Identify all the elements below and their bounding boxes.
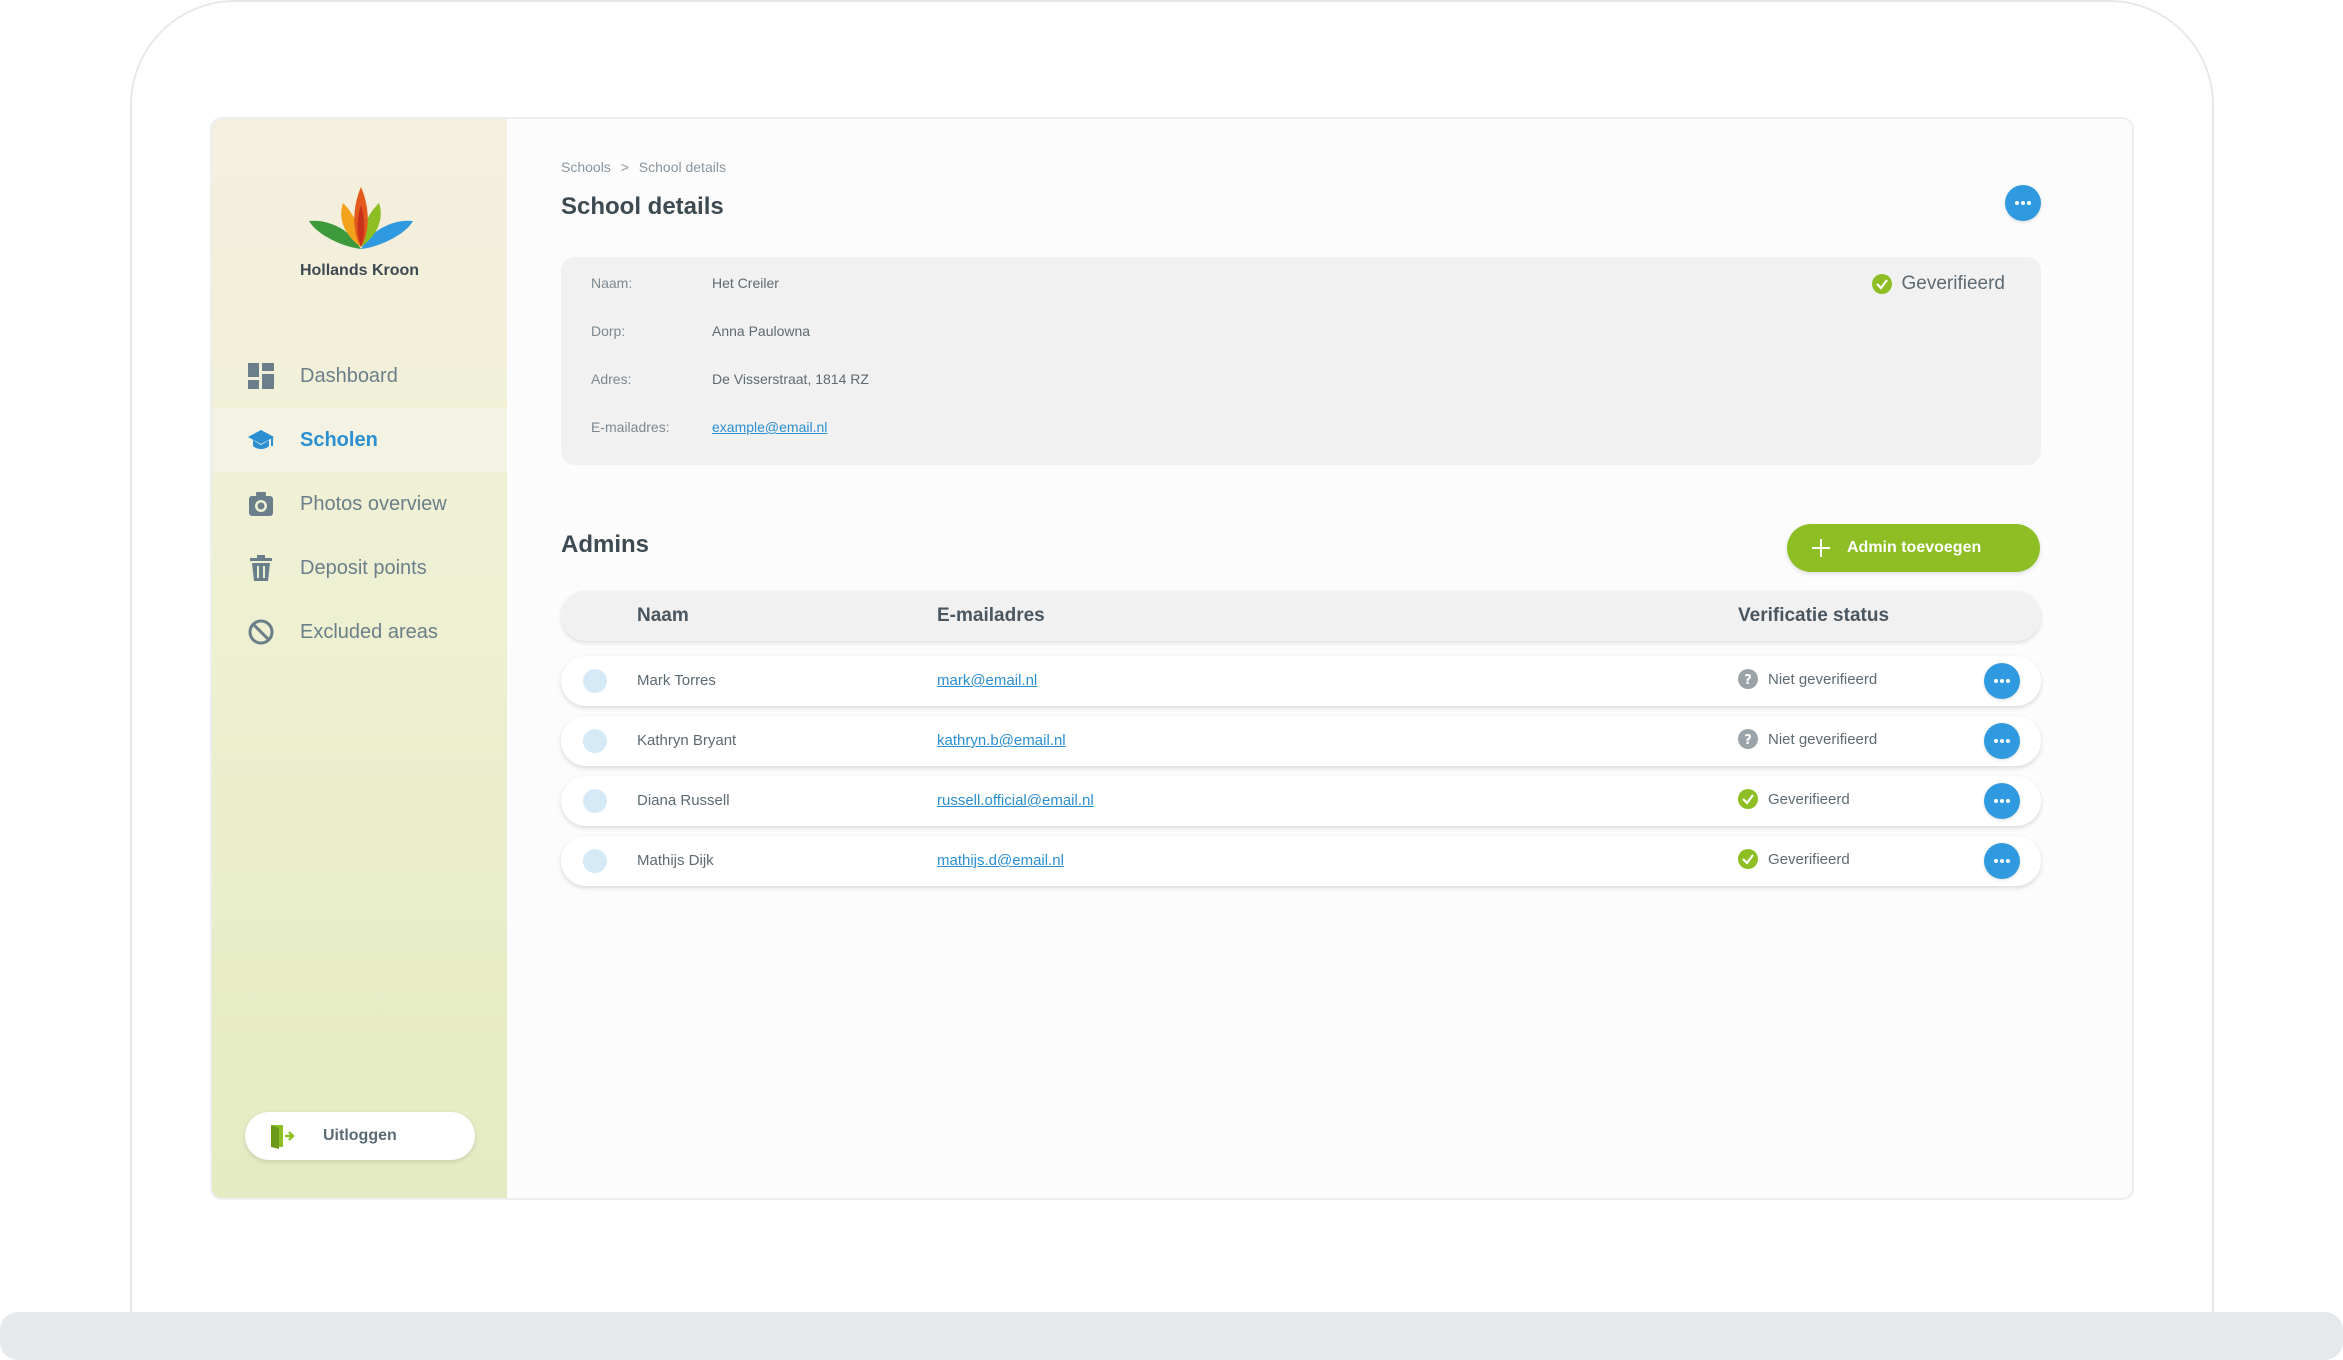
- question-circle-icon: ?: [1738, 669, 1758, 689]
- table-row[interactable]: Kathryn Bryant kathryn.b@email.nl ? Niet…: [561, 716, 2041, 766]
- admin-name: Kathryn Bryant: [637, 732, 737, 749]
- admin-email-link[interactable]: mathijs.d@email.nl: [937, 852, 1064, 869]
- page-title: School details: [561, 193, 724, 220]
- admin-email-link[interactable]: mark@email.nl: [937, 672, 1037, 689]
- email-label: E-mailadres:: [591, 419, 670, 435]
- detail-row-address: Adres: De Visserstraat, 1814 RZ: [591, 371, 869, 387]
- check-circle-icon: [1738, 789, 1758, 809]
- row-select[interactable]: [583, 849, 607, 873]
- admin-name: Diana Russell: [637, 792, 730, 809]
- admins-title: Admins: [561, 531, 650, 558]
- row-options-button[interactable]: [1984, 783, 2020, 819]
- table-row[interactable]: Mathijs Dijk mathijs.d@email.nl Geverifi…: [561, 836, 2041, 886]
- address-label: Adres:: [591, 371, 632, 387]
- svg-text:?: ?: [1744, 733, 1752, 748]
- status-text: Geverifieerd: [1768, 790, 1850, 808]
- sidebar-item-label: Scholen: [300, 428, 378, 451]
- school-status-text: Geverifieerd: [1901, 273, 2006, 294]
- admin-name: Mathijs Dijk: [637, 852, 714, 869]
- school-status-badge: Geverifieerd: [1871, 273, 2006, 295]
- admin-name: Mark Torres: [637, 672, 716, 689]
- logout-icon: [271, 1125, 295, 1149]
- column-header-status[interactable]: Verificatie status: [1738, 605, 1889, 627]
- graduation-cap-icon: [248, 427, 274, 453]
- detail-row-village: Dorp: Anna Paulowna: [591, 323, 810, 339]
- address-value: De Visserstraat, 1814 RZ: [712, 371, 869, 387]
- village-label: Dorp:: [591, 323, 626, 339]
- school-email-link[interactable]: example@email.nl: [712, 419, 827, 435]
- status-badge: ? Niet geverifieerd: [1738, 669, 1877, 689]
- row-select[interactable]: [583, 729, 607, 753]
- admin-email-link[interactable]: russell.official@email.nl: [937, 792, 1094, 809]
- sidebar-item-label: Deposit points: [300, 556, 427, 579]
- question-circle-icon: ?: [1738, 729, 1758, 749]
- laptop-base: [0, 1312, 2343, 1360]
- more-icon: [1994, 739, 2010, 743]
- sidebar-item-deposit-points[interactable]: Deposit points: [212, 536, 507, 600]
- hollands-kroon-logo: [309, 187, 413, 249]
- add-admin-label: Admin toevoegen: [1847, 539, 1982, 556]
- row-options-button[interactable]: [1984, 723, 2020, 759]
- status-badge: ? Niet geverifieerd: [1738, 729, 1877, 749]
- page-options-button[interactable]: [2005, 185, 2041, 221]
- name-label: Naam:: [591, 275, 633, 291]
- sidebar: Hollands Kroon Dashboard Scholen Photos …: [212, 119, 507, 1198]
- sidebar-item-label: Excluded areas: [300, 620, 438, 643]
- dashboard-icon: [248, 363, 274, 389]
- row-options-button[interactable]: [1984, 843, 2020, 879]
- breadcrumb-schools[interactable]: Schools: [561, 159, 611, 175]
- admins-table-header: Naam E-mailadres Verificatie status: [561, 591, 2041, 641]
- school-details-card: Naam: Het Creiler Dorp: Anna Paulowna Ad…: [561, 257, 2041, 465]
- row-select[interactable]: [583, 669, 607, 693]
- status-text: Niet geverifieerd: [1768, 730, 1878, 748]
- table-row[interactable]: Mark Torres mark@email.nl ? Niet geverif…: [561, 656, 2041, 706]
- add-admin-button[interactable]: Admin toevoegen: [1787, 524, 2040, 572]
- column-header-name[interactable]: Naam: [637, 605, 689, 627]
- app-window: Hollands Kroon Dashboard Scholen Photos …: [210, 117, 2134, 1200]
- sidebar-item-label: Dashboard: [300, 364, 398, 387]
- sidebar-nav: Dashboard Scholen Photos overview Deposi…: [212, 344, 507, 664]
- logout-button[interactable]: Uitloggen: [245, 1112, 475, 1160]
- name-value: Het Creiler: [712, 275, 779, 291]
- sidebar-item-photos-overview[interactable]: Photos overview: [212, 472, 507, 536]
- check-circle-icon: [1738, 849, 1758, 869]
- breadcrumb-separator: >: [620, 159, 629, 175]
- table-row[interactable]: Diana Russell russell.official@email.nl …: [561, 776, 2041, 826]
- sidebar-item-scholen[interactable]: Scholen: [212, 408, 507, 472]
- more-icon: [1994, 859, 2010, 863]
- status-text: Niet geverifieerd: [1768, 670, 1878, 688]
- detail-row-name: Naam: Het Creiler: [591, 275, 779, 291]
- village-value: Anna Paulowna: [712, 323, 811, 339]
- admin-email-link[interactable]: kathryn.b@email.nl: [937, 732, 1066, 749]
- more-icon: [1994, 679, 2010, 683]
- check-circle-icon: [1871, 274, 1892, 294]
- sidebar-item-excluded-areas[interactable]: Excluded areas: [212, 600, 507, 664]
- status-text: Geverifieerd: [1768, 850, 1850, 868]
- status-badge: Geverifieerd: [1738, 789, 1850, 809]
- detail-row-email: E-mailadres: example@email.nl: [591, 419, 827, 435]
- column-header-email[interactable]: E-mailadres: [937, 605, 1045, 627]
- trash-icon: [248, 555, 274, 581]
- camera-icon: [248, 491, 274, 517]
- svg-text:?: ?: [1744, 673, 1752, 688]
- more-icon: [1994, 799, 2010, 803]
- breadcrumb: Schools > School details: [561, 159, 726, 175]
- sidebar-item-label: Photos overview: [300, 492, 447, 515]
- breadcrumb-current: School details: [638, 159, 726, 175]
- row-select[interactable]: [583, 789, 607, 813]
- main-content: Schools > School details School details …: [507, 119, 2132, 1198]
- block-icon: [248, 619, 274, 645]
- brand-name: Hollands Kroon: [299, 262, 420, 279]
- sidebar-item-dashboard[interactable]: Dashboard: [212, 344, 507, 408]
- more-icon: [2015, 201, 2031, 205]
- status-badge: Geverifieerd: [1738, 849, 1850, 869]
- logout-label: Uitloggen: [323, 1127, 397, 1144]
- plus-icon: [1812, 539, 1830, 557]
- row-options-button[interactable]: [1984, 663, 2020, 699]
